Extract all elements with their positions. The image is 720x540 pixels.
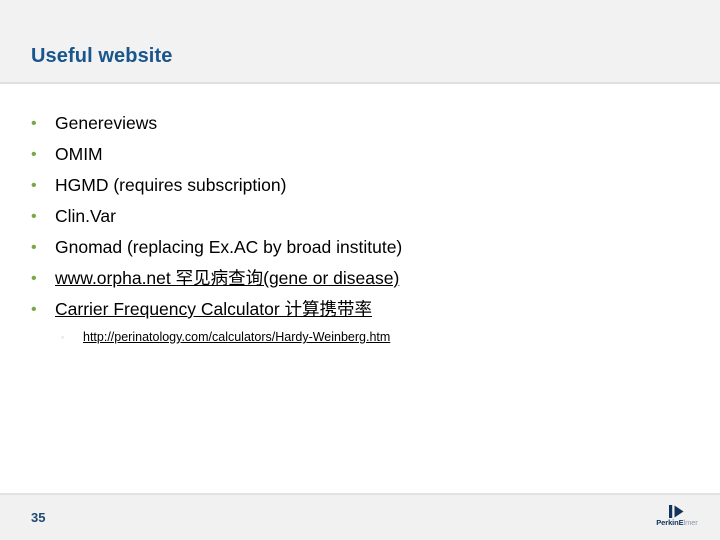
page-number: 35 xyxy=(31,510,46,525)
orphanet-link[interactable]: www.orpha.net 罕见病查询(gene or disease) xyxy=(55,263,399,294)
perkinelmer-logo: PerkinElmer xyxy=(651,500,703,532)
slide: Useful website • Genereviews • OMIM • HG… xyxy=(0,0,720,540)
bullet-dot-icon: • xyxy=(31,177,37,194)
useful-website-list: • Genereviews • OMIM • HGMD (requires su… xyxy=(0,108,720,325)
perkinelmer-mark-icon xyxy=(669,505,684,518)
slide-header: Useful website xyxy=(0,0,720,84)
sub-list-item[interactable]: ◦ http://perinatology.com/calculators/Ha… xyxy=(0,327,390,347)
list-item: • Clin.Var xyxy=(0,201,720,232)
bullet-dot-icon: • xyxy=(31,301,37,318)
list-item: • Gnomad (replacing Ex.AC by broad insti… xyxy=(0,232,720,263)
sub-bullet-list: ◦ http://perinatology.com/calculators/Ha… xyxy=(0,327,390,347)
slide-footer: 35 PerkinElmer xyxy=(0,493,720,540)
bullet-dot-icon: • xyxy=(31,115,37,132)
hardy-weinberg-calculator-link[interactable]: http://perinatology.com/calculators/Hard… xyxy=(83,327,390,347)
bullet-dot-icon: • xyxy=(31,208,37,225)
list-item: • Genereviews xyxy=(0,108,720,139)
list-item-carrier-frequency-calculator[interactable]: • Carrier Frequency Calculator 计算携带率 xyxy=(0,294,720,325)
list-item-label: OMIM xyxy=(55,144,103,164)
list-item-label: Gnomad (replacing Ex.AC by broad institu… xyxy=(55,237,403,257)
list-item: • HGMD (requires subscription) xyxy=(0,170,720,201)
list-item-label: Genereviews xyxy=(55,113,158,133)
logo-brand-secondary: lmer xyxy=(683,518,698,527)
bullet-dot-icon: • xyxy=(31,146,37,163)
bullet-dot-icon: • xyxy=(31,239,37,256)
list-item-label: HGMD (requires subscription) xyxy=(55,175,287,195)
hollow-bullet-icon: ◦ xyxy=(61,332,65,342)
list-item-orphanet[interactable]: • www.orpha.net 罕见病查询(gene or disease) xyxy=(0,263,720,294)
page-title: Useful website xyxy=(31,45,173,67)
slide-content: • Genereviews • OMIM • HGMD (requires su… xyxy=(0,84,720,493)
list-item-label: Clin.Var xyxy=(55,206,116,226)
perkinelmer-wordmark: PerkinElmer xyxy=(656,518,698,527)
bullet-dot-icon: • xyxy=(31,270,37,287)
carrier-frequency-calculator-link[interactable]: Carrier Frequency Calculator 计算携带率 xyxy=(55,294,372,325)
logo-brand-primary: PerkinE xyxy=(656,518,684,527)
list-item: • OMIM xyxy=(0,139,720,170)
